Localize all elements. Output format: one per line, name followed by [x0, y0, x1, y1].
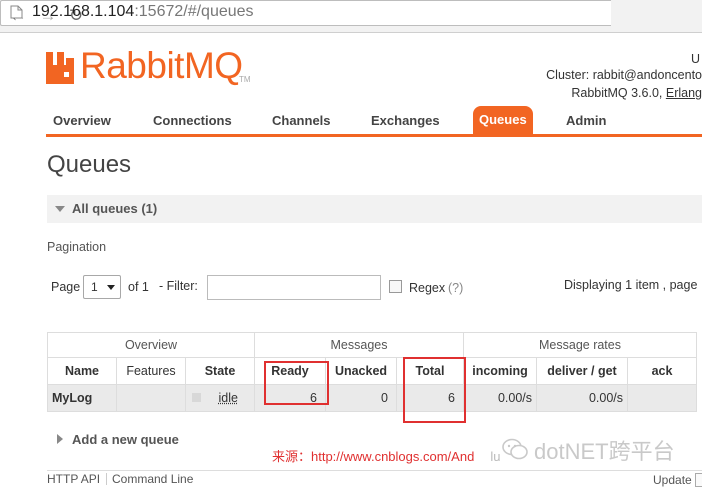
state-indicator-icon: [192, 393, 201, 402]
regex-label: Regex: [409, 281, 446, 295]
main-nav-tabs: Overview Connections Channels Exchanges …: [46, 106, 702, 137]
url-text: 192.168.1.104:15672/#/queues: [32, 3, 254, 20]
ready-highlight-box: [264, 361, 329, 405]
filter-label: - Filter:: [159, 279, 198, 293]
brand-watermark-text: dotNET跨平台: [534, 439, 675, 464]
tab-connections[interactable]: Connections: [153, 113, 232, 128]
col-header-unacked[interactable]: Unacked: [325, 357, 397, 385]
browser-toolbar: ← → ↻ 192.168.1.104:15672/#/queues: [0, 0, 702, 33]
add-queue-toggle[interactable]: Add a new queue: [72, 432, 179, 447]
col-header-incoming[interactable]: incoming: [463, 357, 537, 385]
wechat-icon: [502, 438, 528, 460]
cell-state: idle: [185, 384, 255, 412]
col-header-features[interactable]: Features: [116, 357, 186, 385]
logo-wordmark: RabbitMQ: [80, 45, 243, 86]
cell-unacked: 0: [325, 384, 397, 412]
address-bar[interactable]: 192.168.1.104:15672/#/queues: [0, 0, 611, 26]
page-icon: [10, 5, 23, 19]
col-header-ack[interactable]: ack: [627, 357, 697, 385]
footer-divider: [106, 473, 107, 485]
update-select[interactable]: [695, 473, 702, 487]
logo-trademark: TM: [239, 75, 251, 84]
tab-overview[interactable]: Overview: [53, 113, 111, 128]
tab-queues[interactable]: Queues: [473, 106, 533, 134]
page-title: Queues: [47, 151, 132, 178]
page-select-value: 1: [91, 280, 98, 294]
col-header-name[interactable]: Name: [47, 357, 117, 385]
version-info: RabbitMQ 3.6.0, Erlang: [571, 86, 702, 100]
tab-channels[interactable]: Channels: [272, 113, 331, 128]
total-highlight-box: [403, 357, 466, 423]
all-queues-section-toggle[interactable]: All queues (1): [47, 195, 702, 223]
cell-features: [116, 384, 186, 412]
source-watermark-text: 来源：http://www.cnblogs.com/And: [272, 449, 475, 464]
table-column-header-row: Name Features State Ready Unacked Total …: [47, 357, 697, 385]
regex-help-link[interactable]: (?): [448, 281, 463, 295]
group-header-overview: Overview: [47, 332, 255, 358]
tab-exchanges[interactable]: Exchanges: [371, 113, 440, 128]
cell-deliver-get: 0.00/s: [536, 384, 628, 412]
page-select[interactable]: 1: [83, 275, 121, 299]
source-watermark: 来源：http://www.cnblogs.com/And lu: [272, 446, 500, 465]
expand-triangle-icon: [57, 434, 63, 444]
col-header-deliver-get[interactable]: deliver / get: [536, 357, 628, 385]
version-text: RabbitMQ 3.6.0,: [571, 86, 663, 100]
regex-checkbox[interactable]: [389, 280, 402, 293]
cell-ack: [627, 384, 697, 412]
queue-name-link[interactable]: MyLog: [47, 384, 117, 412]
filter-input[interactable]: [207, 275, 381, 300]
table-group-header-row: Overview Messages Message rates: [47, 332, 697, 358]
displaying-count: Displaying 1 item , page: [564, 278, 698, 292]
source-watermark-tail: lu: [490, 449, 501, 464]
group-header-messages: Messages: [254, 332, 464, 358]
select-arrow-icon: [107, 285, 115, 290]
page-of-label: of 1: [128, 280, 149, 294]
section-label: All queues (1): [72, 201, 158, 216]
rabbit-logo-icon: [46, 52, 74, 84]
col-header-state[interactable]: State: [185, 357, 255, 385]
state-text: idle: [218, 391, 238, 405]
erlang-link[interactable]: Erlang: [666, 86, 702, 100]
queues-table: Overview Messages Message rates Name Fea…: [47, 332, 697, 412]
page-label: Page: [51, 280, 81, 294]
tab-admin[interactable]: Admin: [566, 113, 606, 128]
pagination-label: Pagination: [47, 240, 107, 254]
user-info: U: [690, 52, 700, 66]
update-label: Update: [653, 473, 692, 487]
collapse-triangle-icon: [55, 206, 65, 212]
footer: HTTP API Command Line Update: [47, 470, 702, 487]
cluster-info: Cluster: rabbit@andoncento: [546, 68, 702, 82]
group-header-message-rates: Message rates: [463, 332, 697, 358]
cell-incoming: 0.00/s: [463, 384, 537, 412]
table-row[interactable]: MyLog idle 6 0 6 0.00/s 0.00/s: [47, 384, 697, 412]
